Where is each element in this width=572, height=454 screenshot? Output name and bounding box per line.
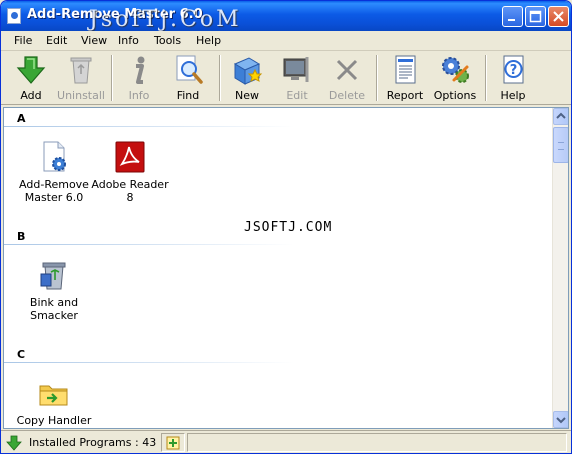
vertical-scrollbar[interactable] — [552, 108, 568, 428]
recycle-bin-box-icon — [40, 262, 66, 290]
status-panel — [187, 433, 567, 452]
report-document-icon — [395, 55, 416, 84]
svg-text:?: ? — [510, 63, 518, 78]
group-divider — [4, 362, 294, 363]
options-label: Options — [433, 89, 477, 102]
maximize-button[interactable] — [525, 6, 546, 27]
program-item-adobe-reader[interactable]: Adobe Reader 8 — [88, 140, 172, 204]
scroll-down-button[interactable] — [553, 411, 568, 428]
edit-label: Edit — [286, 89, 308, 102]
program-item-bink-and-smacker[interactable]: Bink and Smacker — [12, 258, 96, 322]
find-label: Find — [176, 89, 200, 102]
folder-copy-icon — [39, 385, 68, 406]
edit-button[interactable]: Edit — [272, 53, 322, 103]
group-divider — [4, 126, 294, 127]
program-item-copy-handler[interactable]: Copy Handler — [12, 376, 96, 427]
toolbar-separator — [111, 55, 113, 101]
menu-info[interactable]: Info — [118, 34, 139, 47]
chevron-up-icon — [556, 112, 566, 119]
chevron-down-icon — [556, 417, 566, 424]
help-label: Help — [500, 89, 526, 102]
options-button[interactable]: Options — [430, 53, 480, 103]
menu-file[interactable]: File — [14, 34, 32, 47]
status-bar: Installed Programs : 43 — [1, 430, 571, 453]
window-title: Add-Remove Master 6.0 — [27, 7, 203, 22]
program-name: Add-Remove Master 6.0 — [19, 178, 89, 204]
info-icon — [136, 56, 145, 84]
group-letter: A — [17, 112, 26, 125]
help-button[interactable]: ? Help — [488, 53, 538, 103]
uninstall-label: Uninstall — [57, 89, 105, 102]
maximize-icon — [529, 10, 542, 23]
group-letter: C — [17, 348, 26, 361]
new-program-icon — [233, 57, 263, 85]
status-panel — [161, 433, 185, 452]
group-letter: B — [17, 230, 26, 243]
toolbar-separator — [376, 55, 378, 101]
app-icon[interactable] — [7, 8, 21, 24]
new-button[interactable]: New — [222, 53, 272, 103]
menu-bar: File Edit View Info Tools Help — [1, 31, 571, 51]
menu-help[interactable]: Help — [196, 34, 221, 47]
scroll-up-button[interactable] — [553, 108, 568, 125]
help-question-icon: ? — [503, 55, 524, 84]
recycle-bin-icon — [70, 57, 92, 84]
scroll-thumb[interactable] — [553, 127, 568, 163]
gears-icon — [442, 57, 469, 83]
uninstall-button[interactable]: Uninstall — [56, 53, 106, 103]
green-down-arrow-icon — [16, 56, 46, 84]
green-down-arrow-icon — [6, 435, 22, 451]
menu-edit[interactable]: Edit — [46, 34, 67, 47]
program-name: Bink and Smacker — [29, 296, 79, 322]
minimize-button[interactable] — [502, 6, 523, 27]
report-button[interactable]: Report — [380, 53, 430, 103]
new-label: New — [235, 89, 259, 102]
toolbar: Add Uninstall Info Find New Edit Delete … — [1, 51, 571, 105]
info-label: Info — [128, 89, 150, 102]
group-divider — [4, 244, 294, 245]
report-label: Report — [386, 89, 424, 102]
find-button[interactable]: Find — [163, 53, 213, 103]
magnifier-icon — [176, 55, 203, 84]
group-header-a: A — [4, 108, 294, 128]
title-bar[interactable]: Add-Remove Master 6.0 JsofTj.CoM — [1, 1, 571, 32]
installed-count: Installed Programs : 43 — [29, 436, 157, 449]
close-button[interactable] — [548, 6, 569, 27]
minimize-icon — [508, 19, 515, 21]
program-item-add-remove-master[interactable]: Add-Remove Master 6.0 — [12, 140, 96, 204]
group-header-c: C — [4, 344, 294, 364]
monitor-edit-icon — [283, 57, 309, 82]
app-window: Add-Remove Master 6.0 JsofTj.CoM File Ed… — [0, 0, 572, 454]
delete-label: Delete — [328, 89, 366, 102]
group-header-b: B — [4, 226, 294, 246]
program-list[interactable]: A Add-Remove Master 6.0 Adobe Reader 8 J… — [3, 107, 569, 429]
add-label: Add — [20, 89, 42, 102]
delete-x-icon — [336, 59, 358, 81]
adobe-reader-icon — [115, 141, 145, 173]
menu-view[interactable]: View — [81, 34, 107, 47]
info-button[interactable]: Info — [114, 53, 164, 103]
program-name: Copy Handler — [16, 414, 92, 427]
toolbar-separator — [219, 55, 221, 101]
new-note-icon[interactable] — [165, 435, 181, 451]
delete-button[interactable]: Delete — [322, 53, 372, 103]
toolbar-separator — [485, 55, 487, 101]
close-icon — [553, 11, 564, 22]
add-button[interactable]: Add — [6, 53, 56, 103]
menu-tools[interactable]: Tools — [154, 34, 181, 47]
program-name: Adobe Reader 8 — [91, 178, 169, 204]
document-gear-icon — [43, 141, 66, 172]
